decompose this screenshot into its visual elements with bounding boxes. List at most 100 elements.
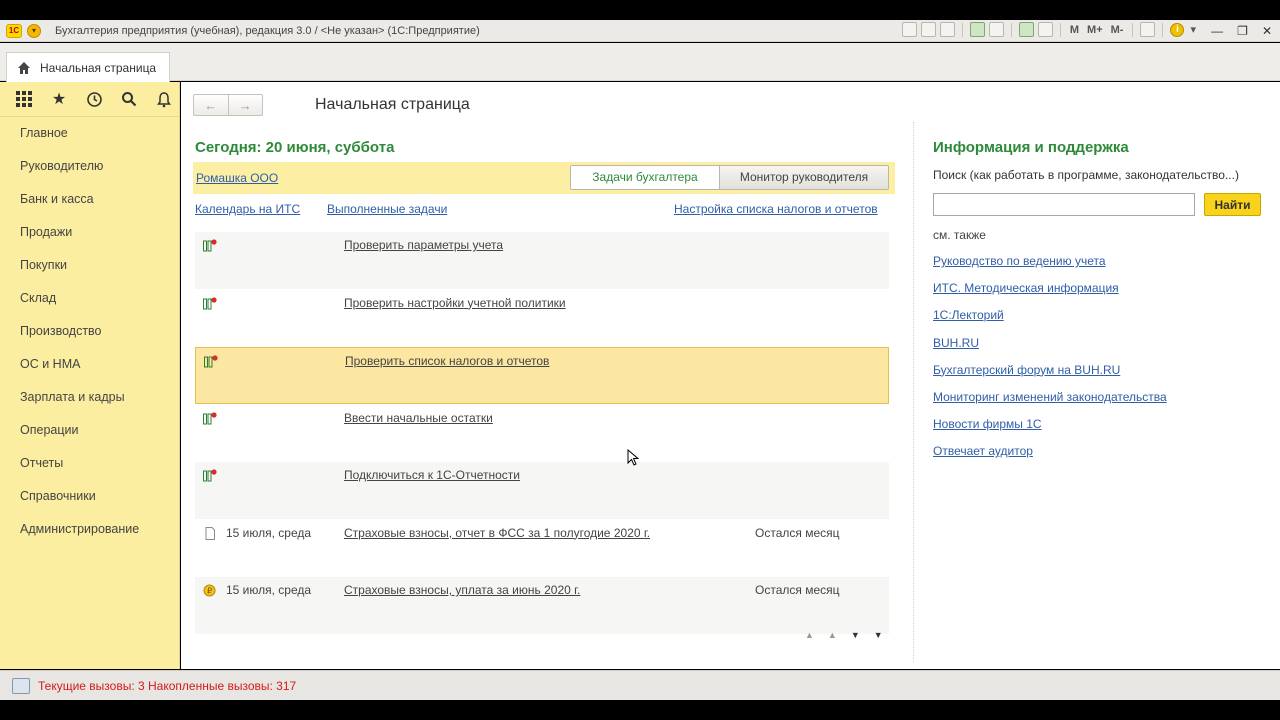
its-calendar-link[interactable]: Календарь на ИТС [195, 202, 300, 216]
sidebar-item[interactable]: Операции [0, 414, 179, 447]
view-switcher: Задачи бухгалтера Монитор руководителя [570, 165, 889, 190]
scroll-bottom-icon[interactable]: ▼ [874, 630, 883, 640]
tax-settings-link[interactable]: Настройка списка налогов и отчетов [674, 202, 878, 216]
sidebar-item[interactable]: Производство [0, 315, 179, 348]
print-icon[interactable] [920, 22, 936, 37]
bell-icon[interactable] [154, 89, 174, 109]
task-link[interactable]: Ввести начальные остатки [344, 411, 493, 425]
toolbar-separator [1059, 22, 1061, 37]
task-row[interactable]: ₽15 июля, среда Страховые взносы, уплата … [195, 577, 889, 634]
task-link[interactable]: Подключиться к 1С-Отчетности [344, 468, 520, 482]
nav-buttons: ← → [193, 94, 263, 116]
info-link[interactable]: Бухгалтерский форум на BUH.RU [933, 363, 1120, 377]
window-titlebar: 1С ▾ Бухгалтерия предприятия (учебная), … [0, 20, 1280, 42]
checklist-icon [203, 411, 217, 424]
page-title: Начальная страница [315, 96, 470, 113]
star-icon[interactable]: ★ [49, 89, 69, 109]
task-link[interactable]: Страховые взносы, уплата за июнь 2020 г. [344, 583, 580, 597]
calls-status: Текущие вызовы: 3 Накопленные вызовы: 31… [38, 678, 297, 693]
memory-plus-button[interactable]: M+ [1085, 24, 1105, 36]
chevron-down-icon[interactable]: ▾ [1188, 23, 1198, 36]
info-icon[interactable]: i [1170, 22, 1185, 37]
coin-icon: ₽ [203, 584, 216, 597]
info-link[interactable]: Мониторинг изменений законодательства [933, 390, 1167, 404]
save-icon[interactable] [901, 22, 917, 37]
sidebar-item[interactable]: Справочники [0, 480, 179, 513]
company-link[interactable]: Ромашка ООО [196, 171, 278, 185]
task-row[interactable]: 15 июля, среда Страховые взносы, отчет в … [195, 520, 889, 577]
info-link[interactable]: 1С:Лекторий [933, 308, 1004, 322]
sidebar-item[interactable]: Администрирование [0, 513, 179, 546]
calendar-icon[interactable] [1037, 22, 1053, 37]
task-row[interactable]: Подключиться к 1С-Отчетности [195, 462, 889, 519]
sidebar: ★ Главное Руководителю Банк и касса Продажи… [0, 82, 180, 669]
task-link[interactable]: Страховые взносы, отчет в ФСС за 1 полуг… [344, 526, 650, 540]
task-deadline: Остался месяц [755, 583, 840, 597]
sidebar-item[interactable]: Зарплата и кадры [0, 381, 179, 414]
today-heading: Сегодня: 20 июня, суббота [195, 139, 395, 156]
info-link[interactable]: BUH.RU [933, 336, 979, 350]
see-also-label: см. также [933, 228, 986, 242]
sidebar-item[interactable]: Руководителю [0, 150, 179, 183]
status-bar: Текущие вызовы: 3 Накопленные вызовы: 31… [0, 670, 1280, 700]
memory-minus-button[interactable]: M- [1109, 24, 1126, 36]
window-title: Бухгалтерия предприятия (учебная), редак… [55, 24, 480, 37]
task-link[interactable]: Проверить настройки учетной политики [344, 296, 566, 310]
task-date: 15 июля, среда [226, 525, 312, 540]
restore-icon[interactable]: ❐ [1237, 24, 1248, 38]
info-link[interactable]: Новости фирмы 1С [933, 417, 1042, 431]
apps-grid-icon[interactable] [14, 89, 34, 109]
checklist-icon [203, 239, 217, 252]
toolbar-separator [1162, 22, 1164, 37]
mouse-cursor-icon [627, 449, 639, 466]
tab-manager-monitor[interactable]: Монитор руководителя [720, 166, 888, 189]
find-button[interactable]: Найти [1204, 193, 1261, 216]
history-icon[interactable] [84, 89, 104, 109]
task-link[interactable]: Проверить список налогов и отчетов [345, 354, 549, 368]
search-icon[interactable] [119, 89, 139, 109]
task-row[interactable]: Проверить список налогов и отчетов [195, 347, 889, 404]
scroll-down-icon[interactable]: ▼ [851, 630, 860, 640]
scroll-top-icon[interactable]: ▲ [805, 630, 814, 640]
sidebar-item[interactable]: Банк и касса [0, 183, 179, 216]
toolbar-separator [961, 22, 963, 37]
info-link[interactable]: Руководство по ведению учета [933, 254, 1106, 268]
close-icon[interactable]: ✕ [1262, 24, 1272, 38]
link-icon[interactable] [988, 22, 1004, 37]
memory-button[interactable]: M [1068, 24, 1081, 36]
window-controls: — ❐ ✕ [1211, 20, 1272, 42]
sidebar-item[interactable]: ОС и НМА [0, 348, 179, 381]
sidebar-menu: Главное Руководителю Банк и касса Продажи По… [0, 117, 179, 546]
sidebar-item[interactable]: Склад [0, 282, 179, 315]
sidebar-item[interactable]: Главное [0, 117, 179, 150]
sidebar-item[interactable]: Продажи [0, 216, 179, 249]
preview-icon[interactable] [939, 22, 955, 37]
task-row[interactable]: Проверить параметры учета [195, 232, 889, 289]
task-row[interactable]: Проверить настройки учетной политики [195, 290, 889, 347]
sidebar-toolbar: ★ [0, 82, 179, 117]
task-row[interactable]: Ввести начальные остатки [195, 405, 889, 462]
upload-icon[interactable] [969, 22, 985, 37]
calls-monitor-icon[interactable] [12, 677, 30, 694]
tab-home[interactable]: Начальная страница [6, 52, 170, 82]
company-bar: Ромашка ООО Задачи бухгалтера Монитор ру… [193, 162, 895, 194]
calculator-icon[interactable] [1018, 22, 1034, 37]
scroll-up-icon[interactable]: ▲ [828, 630, 837, 640]
sidebar-item[interactable]: Покупки [0, 249, 179, 282]
search-input[interactable] [933, 193, 1195, 216]
info-link[interactable]: Отвечает аудитор [933, 444, 1033, 458]
minimize-icon[interactable]: — [1211, 24, 1223, 38]
checklist-icon [203, 469, 217, 482]
back-arrow-icon[interactable]: ← [194, 95, 229, 115]
task-link[interactable]: Проверить параметры учета [344, 238, 503, 252]
sidebar-item[interactable]: Отчеты [0, 447, 179, 480]
task-deadline: Остался месяц [755, 525, 840, 540]
checklist-icon [204, 355, 218, 368]
tab-accountant-tasks[interactable]: Задачи бухгалтера [571, 166, 720, 189]
done-tasks-link[interactable]: Выполненные задачи [327, 202, 447, 216]
main-content: ← → Начальная страница Сегодня: 20 июня,… [181, 82, 1280, 669]
panels-icon[interactable] [1140, 22, 1156, 37]
info-link[interactable]: ИТС. Методическая информация [933, 281, 1119, 295]
forward-arrow-icon[interactable]: → [229, 95, 263, 115]
main-menu-button[interactable]: ▾ [27, 23, 41, 38]
